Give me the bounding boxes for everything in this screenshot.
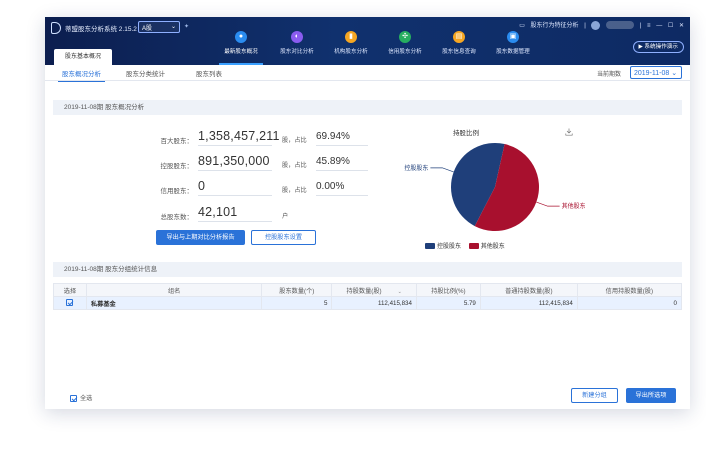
nav-institution-analysis[interactable]: ▮ 机构股东分析 xyxy=(321,31,381,55)
download-icon[interactable] xyxy=(565,128,573,136)
cell-normal-shares: 112,415,834 xyxy=(479,296,578,310)
col-count[interactable]: 股东数量(个) xyxy=(261,283,333,297)
tab-shareholder-list[interactable]: 股东列表 xyxy=(196,68,222,78)
cell-credit-shares: 0 xyxy=(576,296,683,310)
stat-label-credit: 信用股东： xyxy=(160,188,194,195)
col-pct[interactable]: 持股比例(%) xyxy=(415,283,481,297)
stat-unit-total: 户 xyxy=(282,213,289,220)
stat-value-credit: 0 xyxy=(198,179,272,196)
pie-label-others: 其他股东 xyxy=(562,202,585,210)
app-window: 蒂盟股东分析系统 2.15.2 A股 ⌄ ✦ ● 最新股东概况 ◐ 股东对比分析 … xyxy=(45,17,690,409)
col-shares[interactable]: 持股数量(股) ⌄ xyxy=(331,283,417,297)
stat-label-top100: 百大股东： xyxy=(160,138,194,145)
demo-button[interactable]: ▶ 系统操作演示 xyxy=(632,41,684,53)
user-icon: ● xyxy=(235,31,247,43)
tab-basic-overview[interactable]: 股东基本概况 xyxy=(54,49,112,65)
market-select[interactable]: A股 ⌄ xyxy=(138,21,180,33)
stat-value-controlling: 891,350,000 xyxy=(198,154,272,171)
top-bar: 蒂盟股东分析系统 2.15.2 A股 ⌄ ✦ ● 最新股东概况 ◐ 股东对比分析 … xyxy=(45,17,690,65)
chevron-down-icon: ⌄ xyxy=(170,24,176,30)
pin-icon[interactable]: ✦ xyxy=(184,23,189,30)
legend-item-controlling[interactable]: 控股股东 xyxy=(425,243,461,250)
nav-credit-analysis[interactable]: ✣ 信用股东分析 xyxy=(375,31,435,55)
sort-arrow-icon: ⌄ xyxy=(397,288,402,295)
period-select[interactable]: 2019-11-08 ⌄ xyxy=(630,66,682,79)
stat-label-total: 总股东数： xyxy=(160,214,194,221)
export-selected-button[interactable]: 导出所选项 xyxy=(626,388,676,403)
database-icon: ▣ xyxy=(507,31,519,43)
pie-icon: ◐ xyxy=(291,31,303,43)
new-group-button[interactable]: 新建分组 xyxy=(571,388,618,403)
nav-latest-overview[interactable]: ● 最新股东概况 xyxy=(211,31,271,65)
col-normal-shares[interactable]: 普通持股数量(股) xyxy=(479,283,578,297)
menu-icon[interactable]: ≡ xyxy=(647,23,651,29)
stat-unit-credit: 股，占比 xyxy=(282,187,307,194)
table-header-row: 选择 组名 股东数量(个) 持股数量(股) ⌄ 持股比例(%) 普通持股数量(股)… xyxy=(53,283,683,297)
controlling-setting-button[interactable]: 控股股东设置 xyxy=(251,230,316,245)
chart-title: 持股比例 xyxy=(453,130,479,137)
group-table: 选择 组名 股东数量(个) 持股数量(股) ⌄ 持股比例(%) 普通持股数量(股)… xyxy=(53,283,683,310)
close-icon[interactable]: ✕ xyxy=(679,23,684,29)
pie-label-others-line xyxy=(536,201,560,207)
stat-pct-top100: 69.94% xyxy=(316,131,368,146)
table-row[interactable]: 私募基金 5 112,415,834 5.79 112,415,834 0 xyxy=(53,296,683,310)
cell-pct: 5.79 xyxy=(415,296,481,310)
col-group-name: 组名 xyxy=(85,283,263,297)
period-label: 当前期数 xyxy=(597,72,622,78)
minimize-icon[interactable]: — xyxy=(656,23,662,29)
maximize-icon[interactable]: ☐ xyxy=(668,23,673,29)
stat-unit-controlling: 股，占比 xyxy=(282,162,307,169)
pie-label-controlling-line xyxy=(430,167,454,173)
bar-chart-icon: ▮ xyxy=(345,31,357,43)
sub-tab-bar: 股东概况分析 股东分类统计 股东列表 当前期数 2019-11-08 ⌄ xyxy=(45,65,690,82)
username-masked xyxy=(606,21,635,30)
app-logo-icon xyxy=(51,22,61,34)
row-checkbox[interactable] xyxy=(66,299,74,307)
tab-overview-analysis[interactable]: 股东概况分析 xyxy=(58,68,105,82)
nav-data-management[interactable]: ▣ 股东数据管理 xyxy=(483,31,543,55)
stat-value-top100: 1,358,457,211 xyxy=(198,129,279,146)
pie-label-controlling: 控股股东 xyxy=(404,164,428,172)
nav-info-query[interactable]: ▤ 股东信息查询 xyxy=(429,31,489,55)
monitor-icon: ▭ xyxy=(519,23,525,29)
chevron-down-icon: ⌄ xyxy=(671,70,678,77)
cell-shares: 112,415,834 xyxy=(331,296,417,310)
behavior-analysis-link[interactable]: 股东行为特征分析 xyxy=(531,23,579,29)
stat-pct-controlling: 45.89% xyxy=(316,156,368,171)
top-right-controls: ▭ 股东行为特征分析 | | ≡ — ☐ ✕ xyxy=(515,20,684,30)
tab-category-stats[interactable]: 股东分类统计 xyxy=(126,68,165,78)
group-stats-header: 2019-11-08期 股东分组统计信息 xyxy=(53,262,682,277)
play-icon: ▶ xyxy=(638,44,643,50)
document-icon: ▤ xyxy=(453,31,465,43)
app-title: 蒂盟股东分析系统 2.15.2 xyxy=(65,26,137,33)
network-icon: ✣ xyxy=(399,31,411,43)
legend-item-others[interactable]: 其他股东 xyxy=(468,243,505,250)
export-compare-report-button[interactable]: 导出与上期对比分析报告 xyxy=(156,230,245,245)
overview-header: 2019-11-08期 股东概况分析 xyxy=(53,100,682,115)
col-credit-shares[interactable]: 信用持股数量(股) xyxy=(576,283,683,297)
cell-group-name: 私募基金 xyxy=(85,296,263,310)
chart-legend: 控股股东 其他股东 xyxy=(425,241,511,250)
stat-pct-credit: 0.00% xyxy=(316,181,368,196)
pie-chart: 控股股东其他股东 xyxy=(404,143,585,231)
cell-count: 5 xyxy=(261,296,333,310)
nav-compare-analysis[interactable]: ◐ 股东对比分析 xyxy=(267,31,327,55)
stat-value-total: 42,101 xyxy=(198,205,272,222)
avatar[interactable] xyxy=(591,20,601,30)
select-all-checkbox[interactable]: 全选 xyxy=(70,393,92,402)
stat-unit-top100: 股，占比 xyxy=(282,137,307,144)
stat-label-controlling: 控股股东： xyxy=(160,163,194,170)
col-select: 选择 xyxy=(53,283,87,297)
checkbox-icon xyxy=(70,394,77,402)
